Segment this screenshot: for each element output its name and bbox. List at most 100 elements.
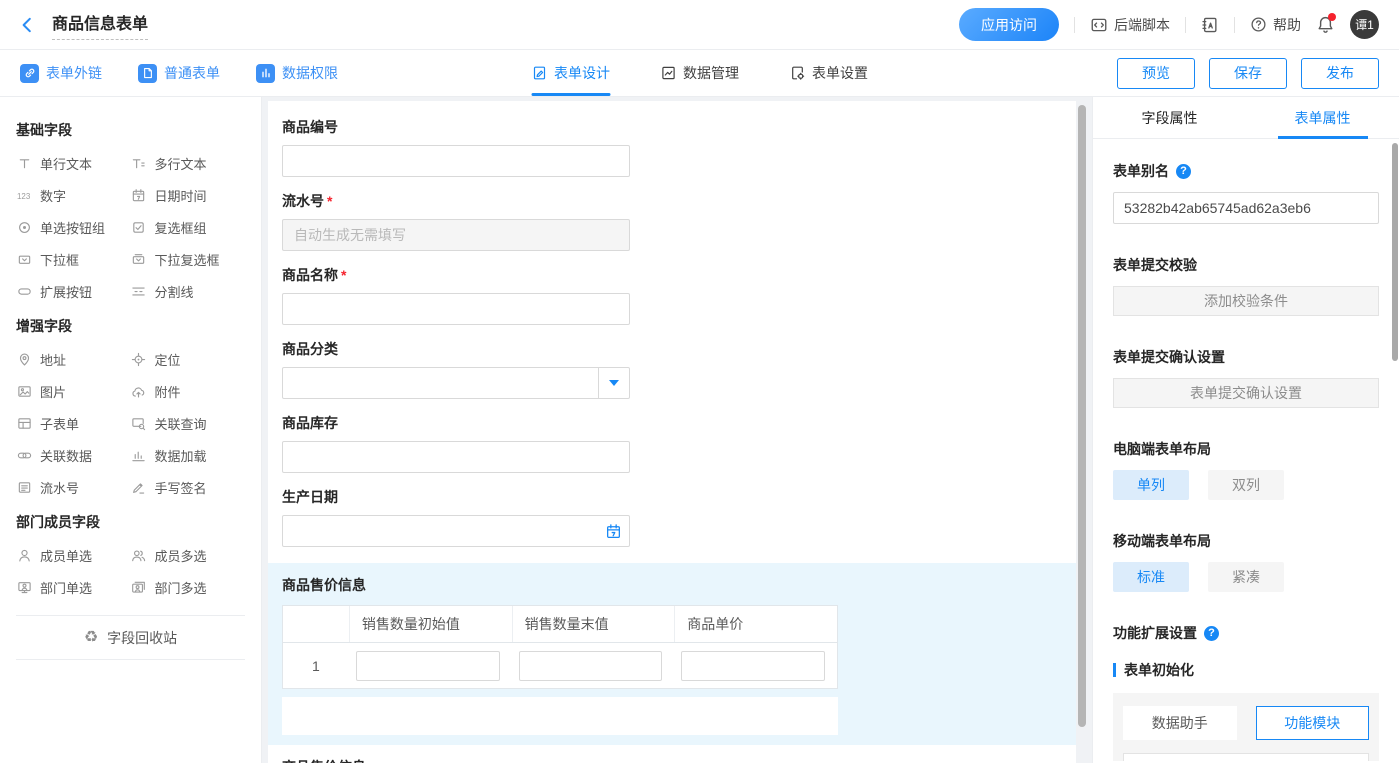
add-check-condition-button[interactable]: 添加校验条件 xyxy=(1113,286,1379,316)
field-item-multi-select[interactable]: 下拉复选框 xyxy=(131,243,246,275)
data-permission-icon xyxy=(256,64,275,83)
field-item-single-line-text[interactable]: 单行文本 xyxy=(16,147,131,179)
production-date-input[interactable] xyxy=(282,515,630,547)
subform-price-info[interactable]: 商品售价信息 销售数量初始值 销售数量末值 商品单价 1 xyxy=(268,563,1076,745)
calendar-icon[interactable] xyxy=(605,523,622,540)
form-init-title: 表单初始化 xyxy=(1124,660,1194,680)
tab-form-design[interactable]: 表单设计 xyxy=(531,50,610,96)
column-header: 销售数量初始值 xyxy=(349,606,512,642)
field-item-extend-button[interactable]: 扩展按钮 xyxy=(16,275,131,307)
field-product-code[interactable]: 商品编号 xyxy=(282,117,1056,177)
field-item-serial-number[interactable]: 流水号 xyxy=(16,471,131,503)
signature-icon xyxy=(131,479,147,495)
field-item-dept-multi[interactable]: 部门多选 xyxy=(131,571,246,603)
question-circle-icon[interactable]: ? xyxy=(1204,626,1219,641)
preview-button[interactable]: 预览 xyxy=(1117,58,1195,89)
field-item-linked-query[interactable]: 关联查询 xyxy=(131,407,246,439)
contacts-book-icon xyxy=(1201,16,1219,34)
contacts-button[interactable] xyxy=(1201,16,1219,34)
function-module-button[interactable]: 功能模块 xyxy=(1256,706,1370,740)
field-item-signature[interactable]: 手写签名 xyxy=(131,471,246,503)
save-button[interactable]: 保存 xyxy=(1209,58,1287,89)
panel-scrollbar[interactable] xyxy=(1392,143,1398,361)
field-product-category[interactable]: 商品分类 xyxy=(282,339,1056,399)
mobile-layout-standard[interactable]: 标准 xyxy=(1113,562,1189,592)
field-production-date[interactable]: 生产日期 xyxy=(282,487,1056,547)
field-item-attachment[interactable]: 附件 xyxy=(131,375,246,407)
pc-layout-double-column[interactable]: 双列 xyxy=(1208,470,1284,500)
tab-data-manage[interactable]: 数据管理 xyxy=(660,50,739,96)
field-item-location[interactable]: 定位 xyxy=(131,343,246,375)
qty-final-input[interactable] xyxy=(519,651,663,681)
field-item-dept-single[interactable]: 部门单选 xyxy=(16,571,131,603)
avatar[interactable]: 谭1 xyxy=(1350,10,1379,39)
product-stock-input[interactable] xyxy=(282,441,630,473)
submit-confirm-settings-button[interactable]: 表单提交确认设置 xyxy=(1113,378,1379,408)
field-item-multi-line-text[interactable]: 多行文本 xyxy=(131,147,246,179)
unit-price-input[interactable] xyxy=(681,651,825,681)
field-recycle-bin-button[interactable]: ♻ 字段回收站 xyxy=(16,615,245,660)
field-item-subform[interactable]: 子表单 xyxy=(16,407,131,439)
dept-single-icon xyxy=(16,579,32,595)
field-product-stock[interactable]: 商品库存 xyxy=(282,413,1056,473)
module-settings-button[interactable]: 模块设置 xyxy=(1123,753,1369,761)
field-item-radio-group[interactable]: 单选按钮组 xyxy=(16,211,131,243)
form-design-icon xyxy=(531,65,547,81)
date-time-icon xyxy=(131,187,147,203)
divider-icon xyxy=(131,283,147,299)
multi-select-icon xyxy=(131,251,147,267)
help-label: 帮助 xyxy=(1273,15,1301,35)
select-icon xyxy=(16,251,32,267)
tab-form-settings[interactable]: 表单设置 xyxy=(789,50,868,96)
form-alias-input[interactable]: 53282b42ab65745ad62a3eb6 xyxy=(1113,192,1379,224)
field-item-address[interactable]: 地址 xyxy=(16,343,131,375)
data-assistant-button[interactable]: 数据助手 xyxy=(1123,706,1237,740)
mobile-layout-compact[interactable]: 紧凑 xyxy=(1208,562,1284,592)
field-item-divider[interactable]: 分割线 xyxy=(131,275,246,307)
field-item-linked-data[interactable]: 关联数据 xyxy=(16,439,131,471)
field-item-label: 多行文本 xyxy=(155,154,207,173)
notification-bell-icon[interactable] xyxy=(1316,15,1335,34)
subform-header-row: 销售数量初始值 销售数量末值 商品单价 xyxy=(283,606,837,643)
field-item-data-load[interactable]: 数据加载 xyxy=(131,439,246,471)
field-item-date-time[interactable]: 日期时间 xyxy=(131,179,246,211)
plain-form-button[interactable]: 普通表单 xyxy=(138,63,220,83)
help-button[interactable]: 帮助 xyxy=(1250,15,1301,35)
subform-price-info-2[interactable]: 商品售价信息 xyxy=(282,757,1056,763)
submit-confirm-title: 表单提交确认设置 xyxy=(1113,347,1379,367)
back-icon[interactable] xyxy=(18,16,36,34)
backend-script-button[interactable]: 后端脚本 xyxy=(1090,15,1170,35)
product-code-input[interactable] xyxy=(282,145,630,177)
recycle-icon: ♻ xyxy=(84,630,98,646)
qty-initial-input[interactable] xyxy=(356,651,500,681)
pc-layout-title: 电脑端表单布局 xyxy=(1113,439,1379,459)
pc-layout-single-column[interactable]: 单列 xyxy=(1113,470,1189,500)
field-product-name[interactable]: 商品名称* xyxy=(282,265,1056,325)
product-name-input[interactable] xyxy=(282,293,630,325)
field-item-image[interactable]: 图片 xyxy=(16,375,131,407)
field-item-label: 子表单 xyxy=(40,414,79,433)
field-serial-number[interactable]: 流水号* 自动生成无需填写 xyxy=(282,191,1056,251)
serial-number-icon xyxy=(16,479,32,495)
number-icon: 123 xyxy=(16,187,32,203)
field-item-label: 定位 xyxy=(155,350,181,369)
field-item-member-multi[interactable]: 成员多选 xyxy=(131,539,246,571)
field-item-number[interactable]: 123数字 xyxy=(16,179,131,211)
product-category-select[interactable] xyxy=(282,367,630,399)
plain-form-icon xyxy=(138,64,157,83)
data-permission-button[interactable]: 数据权限 xyxy=(256,63,338,83)
mobile-layout-title: 移动端表单布局 xyxy=(1113,531,1379,551)
canvas-scrollbar[interactable] xyxy=(1078,105,1086,727)
subform-row: 1 xyxy=(283,643,837,688)
tab-field-properties[interactable]: 字段属性 xyxy=(1093,97,1246,138)
field-item-label: 复选框组 xyxy=(155,218,207,237)
form-external-link-button[interactable]: 表单外链 xyxy=(20,63,102,83)
app-access-button[interactable]: 应用访问 xyxy=(959,8,1059,41)
tab-form-properties[interactable]: 表单属性 xyxy=(1246,97,1399,138)
publish-button[interactable]: 发布 xyxy=(1301,58,1379,89)
form-canvas: 商品编号 流水号* 自动生成无需填写 商品名称* 商品分类 商品库存 xyxy=(262,97,1092,763)
field-item-select[interactable]: 下拉框 xyxy=(16,243,131,275)
question-circle-icon[interactable]: ? xyxy=(1176,164,1191,179)
field-item-checkbox-group[interactable]: 复选框组 xyxy=(131,211,246,243)
field-item-member-single[interactable]: 成员单选 xyxy=(16,539,131,571)
